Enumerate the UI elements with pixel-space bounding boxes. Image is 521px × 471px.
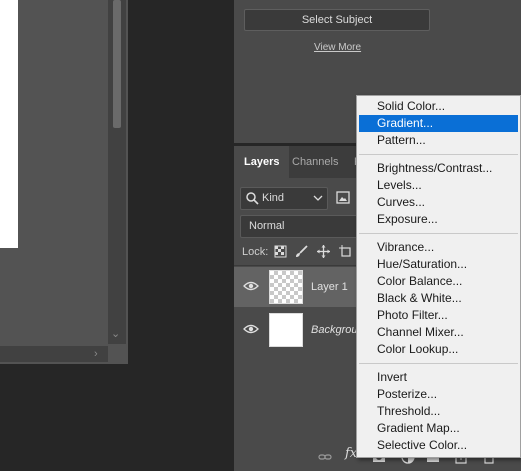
layer-thumbnail — [269, 270, 303, 304]
menu-item-color-balance[interactable]: Color Balance... — [359, 273, 518, 290]
scroll-right-arrow-icon[interactable]: › — [94, 348, 98, 360]
eye-icon[interactable] — [243, 323, 259, 335]
menu-separator — [359, 363, 518, 364]
menu-item-threshold[interactable]: Threshold... — [359, 403, 518, 420]
scroll-down-arrow-icon[interactable]: ⌄ — [111, 328, 120, 340]
blend-mode-label: Normal — [249, 220, 285, 232]
menu-item-levels[interactable]: Levels... — [359, 177, 518, 194]
layer-name[interactable]: Layer 1 — [311, 267, 348, 307]
layer-thumbnail — [269, 313, 303, 347]
workspace-gutter — [128, 0, 234, 471]
view-more-link[interactable]: View More — [314, 42, 361, 53]
menu-separator — [359, 154, 518, 155]
image-icon[interactable] — [336, 191, 350, 204]
lock-transparent-pixels-icon[interactable] — [274, 245, 287, 258]
tab-channels[interactable]: Channels — [282, 146, 348, 178]
move-icon[interactable] — [317, 245, 330, 258]
menu-item-invert[interactable]: Invert — [359, 369, 518, 386]
blend-mode-dropdown[interactable]: Normal — [240, 215, 367, 238]
lock-label: Lock: — [242, 246, 269, 258]
new-adjustment-layer-menu: Solid Color... Gradient... Pattern... Br… — [356, 95, 521, 458]
search-icon — [246, 192, 259, 205]
menu-item-curves[interactable]: Curves... — [359, 194, 518, 211]
menu-item-vibrance[interactable]: Vibrance... — [359, 239, 518, 256]
menu-item-channel-mixer[interactable]: Channel Mixer... — [359, 324, 518, 341]
layer-kind-filter-dropdown[interactable]: Kind — [240, 187, 328, 210]
menu-item-posterize[interactable]: Posterize... — [359, 386, 518, 403]
menu-item-solid-color[interactable]: Solid Color... — [359, 98, 518, 115]
canvas-horizontal-scrollbar[interactable] — [0, 346, 108, 362]
kind-filter-label: Kind — [262, 192, 285, 204]
chevron-down-icon — [313, 195, 323, 201]
menu-item-selective-color[interactable]: Selective Color... — [359, 437, 518, 454]
eye-icon[interactable] — [243, 280, 259, 292]
canvas-vertical-scroll-thumb[interactable] — [113, 0, 121, 128]
menu-item-gradient[interactable]: Gradient... — [359, 115, 518, 132]
document-page[interactable] — [0, 0, 18, 248]
menu-item-photo-filter[interactable]: Photo Filter... — [359, 307, 518, 324]
select-subject-button[interactable]: Select Subject — [244, 9, 430, 31]
artboard-lock-icon[interactable] — [339, 245, 352, 258]
brush-icon[interactable] — [295, 245, 308, 258]
link-icon[interactable] — [318, 450, 332, 464]
menu-separator — [359, 233, 518, 234]
menu-item-color-lookup[interactable]: Color Lookup... — [359, 341, 518, 358]
menu-item-pattern[interactable]: Pattern... — [359, 132, 518, 149]
menu-item-exposure[interactable]: Exposure... — [359, 211, 518, 228]
menu-item-brightness-contrast[interactable]: Brightness/Contrast... — [359, 160, 518, 177]
menu-item-black-white[interactable]: Black & White... — [359, 290, 518, 307]
menu-item-gradient-map[interactable]: Gradient Map... — [359, 420, 518, 437]
menu-item-hue-saturation[interactable]: Hue/Saturation... — [359, 256, 518, 273]
